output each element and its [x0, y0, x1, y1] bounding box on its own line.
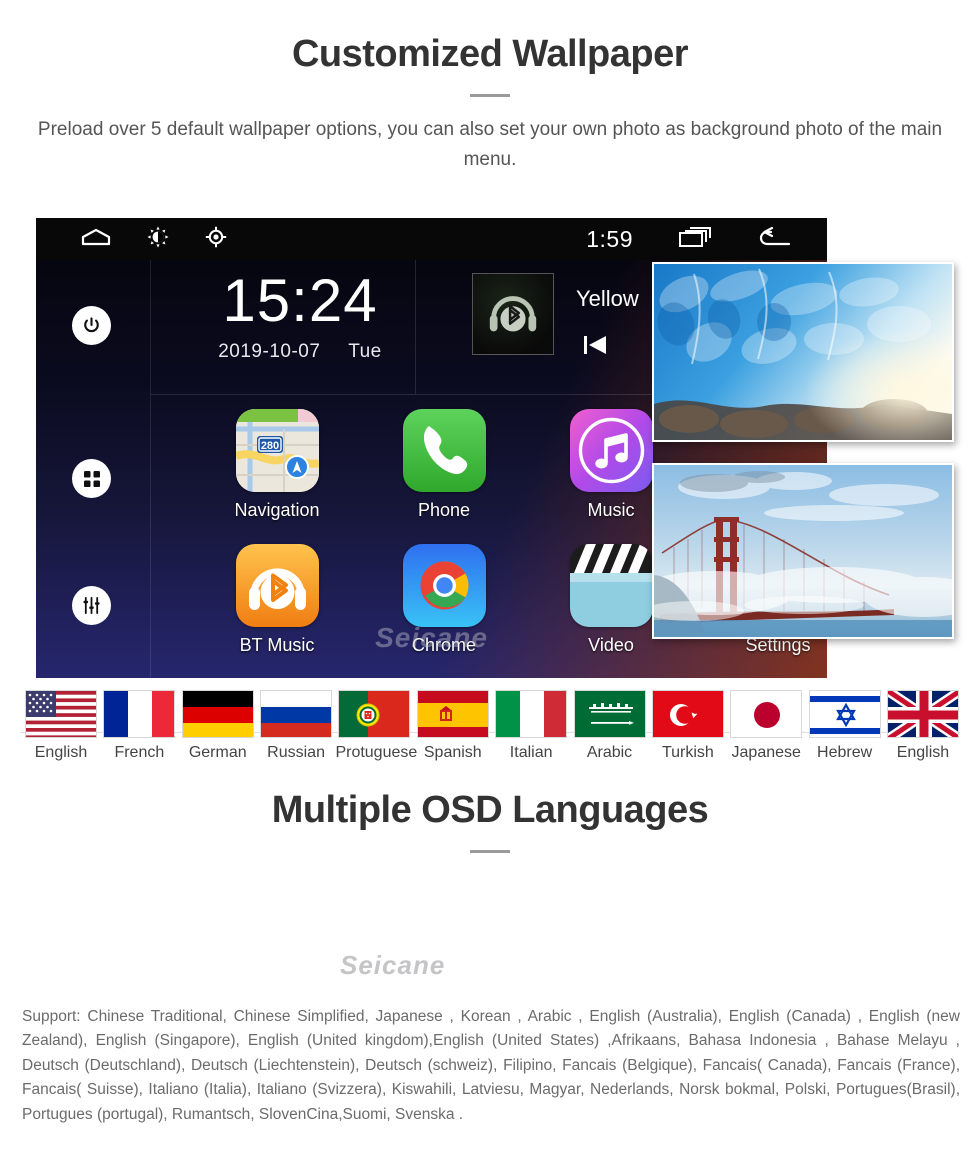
status-bar-clock: 1:59	[586, 225, 633, 252]
customized-wallpaper-section: Customized Wallpaper Preload over 5 defa…	[0, 0, 980, 733]
apps-button[interactable]	[72, 459, 111, 498]
bluetooth-music-icon	[235, 544, 319, 627]
flag-de-icon	[181, 690, 254, 738]
video-clapper-icon	[569, 544, 653, 627]
language-portuguese[interactable]: Protuguese	[335, 690, 418, 762]
flag-label: German	[188, 744, 247, 761]
brightness-icon[interactable]	[147, 226, 169, 253]
watermark-seicane-flags: Seicane	[340, 950, 446, 980]
flag-il-icon	[808, 690, 881, 738]
flag-label: Arabic	[586, 744, 633, 761]
page-subtitle: Preload over 5 default wallpaper options…	[37, 119, 943, 170]
music-note-icon	[569, 409, 653, 492]
equalizer-button[interactable]	[72, 586, 111, 625]
language-arabic[interactable]: Arabic	[571, 690, 649, 762]
previous-track-icon[interactable]	[582, 333, 610, 362]
bluetooth-headphones-icon[interactable]	[472, 273, 554, 355]
supported-languages-text: Support: Chinese Traditional, Chinese Si…	[22, 1008, 960, 1123]
flag-es-icon	[416, 690, 489, 738]
flag-it-icon	[495, 690, 568, 738]
flag-gb-icon	[886, 690, 959, 738]
power-button[interactable]	[72, 306, 111, 345]
home-icon[interactable]	[81, 228, 111, 251]
clock-time: 15:24	[222, 267, 378, 334]
ice-cave-wallpaper[interactable]	[652, 262, 954, 442]
language-spanish[interactable]: Spanish	[414, 690, 492, 762]
head-unit-left-rail	[36, 260, 151, 678]
flag-label: English	[34, 744, 88, 761]
language-flag-row: English French German Russian Protuguese…	[22, 690, 962, 762]
flag-label: Russian	[267, 744, 325, 761]
app-label: Phone	[417, 500, 471, 520]
flag-jp-icon	[730, 690, 803, 738]
app-phone[interactable]: Phone	[374, 409, 514, 521]
language-turkish[interactable]: Turkish	[649, 690, 727, 762]
flag-sa-icon	[573, 690, 646, 738]
language-hebrew[interactable]: Hebrew	[806, 690, 884, 762]
app-navigation[interactable]: 280 Navigation	[207, 409, 347, 521]
flag-label: Hebrew	[817, 744, 873, 761]
flag-label: Turkish	[661, 744, 714, 761]
flag-ru-icon	[260, 690, 333, 738]
title-underline-rule	[470, 94, 510, 97]
clock-weekday: Tue	[348, 341, 382, 362]
maps-icon: 280	[235, 409, 319, 492]
gps-target-icon[interactable]	[205, 226, 227, 253]
flag-label: Italian	[509, 744, 553, 761]
language-english-gb[interactable]: English	[884, 690, 962, 762]
media-track-title: Yellow	[576, 286, 639, 311]
flag-us-icon	[25, 690, 97, 738]
language-german[interactable]: German	[179, 690, 257, 762]
flag-tr-icon	[651, 690, 724, 738]
flag-pt-icon	[338, 690, 411, 738]
app-label: Navigation	[234, 500, 320, 520]
phone-icon	[402, 409, 486, 492]
flag-label: Spanish	[423, 744, 482, 761]
chrome-icon	[402, 544, 486, 627]
language-italian[interactable]: Italian	[492, 690, 570, 762]
clock-widget[interactable]: 15:24 2019-10-07 Tue	[186, 270, 414, 363]
language-english-us[interactable]: English	[22, 690, 100, 762]
flag-label: Japanese	[731, 744, 801, 761]
recent-apps-icon[interactable]	[679, 226, 713, 252]
flag-label: French	[114, 744, 165, 761]
page-title: Customized Wallpaper	[291, 33, 689, 75]
android-status-bar: 1:59	[36, 218, 827, 260]
back-arrow-icon[interactable]	[759, 226, 791, 252]
widget-vertical-separator	[415, 260, 416, 394]
golden-gate-wallpaper[interactable]	[652, 463, 954, 639]
title-underline-rule-2	[470, 850, 510, 853]
flag-fr-icon	[103, 690, 176, 738]
language-japanese[interactable]: Japanese	[727, 690, 805, 762]
language-russian[interactable]: Russian	[257, 690, 335, 762]
language-french[interactable]: French	[100, 690, 178, 762]
flag-label: Protuguese	[335, 744, 418, 761]
clock-date: 2019-10-07	[218, 341, 321, 362]
route-badge: 280	[260, 440, 278, 452]
flag-label: English	[896, 744, 950, 761]
